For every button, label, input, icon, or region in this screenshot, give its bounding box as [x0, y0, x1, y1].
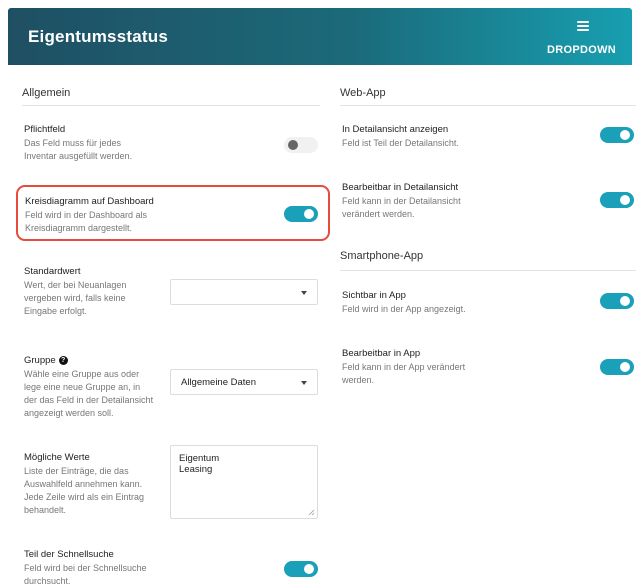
description-line: vergeben wird, falls keine	[24, 293, 126, 303]
section-heading-web-app: Web-App	[340, 87, 386, 99]
select-value: Allgemeine Daten	[181, 377, 256, 388]
description-line: Auswahlfeld annehmen kann.	[24, 479, 143, 489]
description-line: Feld ist Teil der Detailansicht.	[342, 138, 459, 148]
gruppe-title-text: Gruppe	[24, 355, 56, 366]
resize-handle-icon[interactable]	[308, 509, 315, 516]
description-line: der das Feld in der Detailansicht	[24, 395, 154, 405]
caret-down-icon	[301, 381, 307, 385]
schnellsuche-title: Teil der Schnellsuche	[24, 549, 114, 560]
section-heading-smartphone-app: Smartphone-App	[340, 250, 424, 262]
description-line: Eingabe erfolgt.	[24, 306, 88, 316]
sichtbar-app-description: Feld wird in der App angezeigt.	[342, 303, 466, 316]
dropdown-label: DROPDOWN	[546, 44, 616, 56]
description-line: werden.	[342, 375, 375, 385]
description-line: Liste der Einträge, die das	[24, 466, 129, 476]
divider	[340, 270, 636, 271]
description-line: Jede Zeile wird als ein Eintrag	[24, 492, 145, 502]
sichtbar-app-title: Sichtbar in App	[342, 290, 406, 301]
pflichtfeld-description: Das Feld muss für jedes Inventar ausgefü…	[24, 137, 132, 163]
detailansicht-description: Feld ist Teil der Detailansicht.	[342, 137, 459, 150]
toggle-knob	[620, 296, 630, 306]
toggle-knob	[620, 362, 630, 372]
menu-icon	[577, 21, 589, 31]
description-line: Feld wird bei der Schnellsuche	[24, 563, 147, 573]
bearbeitbar-app-title: Bearbeitbar in App	[342, 348, 421, 359]
description-line: verändert werden.	[342, 209, 415, 219]
gruppe-select[interactable]: Allgemeine Daten	[170, 369, 318, 395]
gruppe-title: Gruppe?	[24, 355, 68, 366]
description-line: Feld wird in der App angezeigt.	[342, 304, 466, 314]
help-icon[interactable]: ?	[58, 356, 68, 365]
description-line: Kreisdiagramm dargestellt.	[25, 223, 133, 233]
kreisdiagramm-title: Kreisdiagramm auf Dashboard	[25, 196, 154, 207]
pflichtfeld-title: Pflichtfeld	[24, 124, 66, 135]
moegliche-werte-title: Mögliche Werte	[24, 452, 90, 463]
description-line: durchsucht.	[24, 576, 71, 586]
detailansicht-title: In Detailansicht anzeigen	[342, 124, 449, 135]
kreisdiagramm-toggle[interactable]	[284, 206, 318, 222]
kreisdiagramm-description: Feld wird in der Dashboard als Kreisdiag…	[25, 209, 147, 235]
description-line: Wähle eine Gruppe aus oder	[24, 369, 140, 379]
textarea-line: Eigentum	[179, 453, 220, 464]
description-line: Wert, der bei Neuanlagen	[24, 280, 127, 290]
toggle-knob	[304, 209, 314, 219]
description-line: Inventar ausgefüllt werden.	[24, 151, 133, 161]
sichtbar-app-toggle[interactable]	[600, 293, 634, 309]
page-title: Eigentumsstatus	[28, 27, 168, 46]
divider	[340, 105, 636, 106]
description-line: Das Feld muss für jedes	[24, 138, 122, 148]
bearbeitbar-detail-description: Feld kann in der Detailansicht verändert…	[342, 195, 461, 221]
standardwert-description: Wert, der bei Neuanlagen vergeben wird, …	[24, 279, 126, 318]
pflichtfeld-toggle[interactable]	[284, 137, 318, 153]
description-line: Feld wird in der Dashboard als	[25, 210, 148, 220]
description-line: behandelt.	[24, 505, 67, 515]
toggle-knob	[620, 195, 630, 205]
description-line: angezeigt werden soll.	[24, 408, 114, 418]
toggle-knob	[304, 564, 314, 574]
section-heading-allgemein: Allgemein	[22, 87, 71, 99]
bearbeitbar-detail-title: Bearbeitbar in Detailansicht	[342, 182, 459, 193]
dropdown-menu-button[interactable]: DROPDOWN	[542, 14, 622, 62]
bearbeitbar-app-description: Feld kann in der App verändert werden.	[342, 361, 465, 387]
app-header: Eigentumsstatus DROPDOWN	[8, 8, 632, 65]
bearbeitbar-app-toggle[interactable]	[600, 359, 634, 375]
caret-down-icon	[301, 291, 307, 295]
moegliche-werte-textarea[interactable]: Eigentum Leasing	[170, 445, 318, 519]
divider	[22, 105, 320, 106]
bearbeitbar-detail-toggle[interactable]	[600, 192, 634, 208]
standardwert-select[interactable]	[170, 279, 318, 305]
toggle-knob	[620, 130, 630, 140]
toggle-knob	[288, 140, 298, 150]
schnellsuche-description: Feld wird bei der Schnellsuche durchsuch…	[24, 562, 147, 587]
gruppe-description: Wähle eine Gruppe aus oder lege eine neu…	[24, 368, 153, 420]
detailansicht-toggle[interactable]	[600, 127, 634, 143]
standardwert-title: Standardwert	[24, 266, 81, 277]
description-line: Feld kann in der Detailansicht	[342, 196, 461, 206]
textarea-line: Leasing	[179, 464, 213, 475]
schnellsuche-toggle[interactable]	[284, 561, 318, 577]
description-line: Feld kann in der App verändert	[342, 362, 466, 372]
moegliche-werte-description: Liste der Einträge, die das Auswahlfeld …	[24, 465, 144, 517]
description-line: lege eine neue Gruppe an, in	[24, 382, 141, 392]
